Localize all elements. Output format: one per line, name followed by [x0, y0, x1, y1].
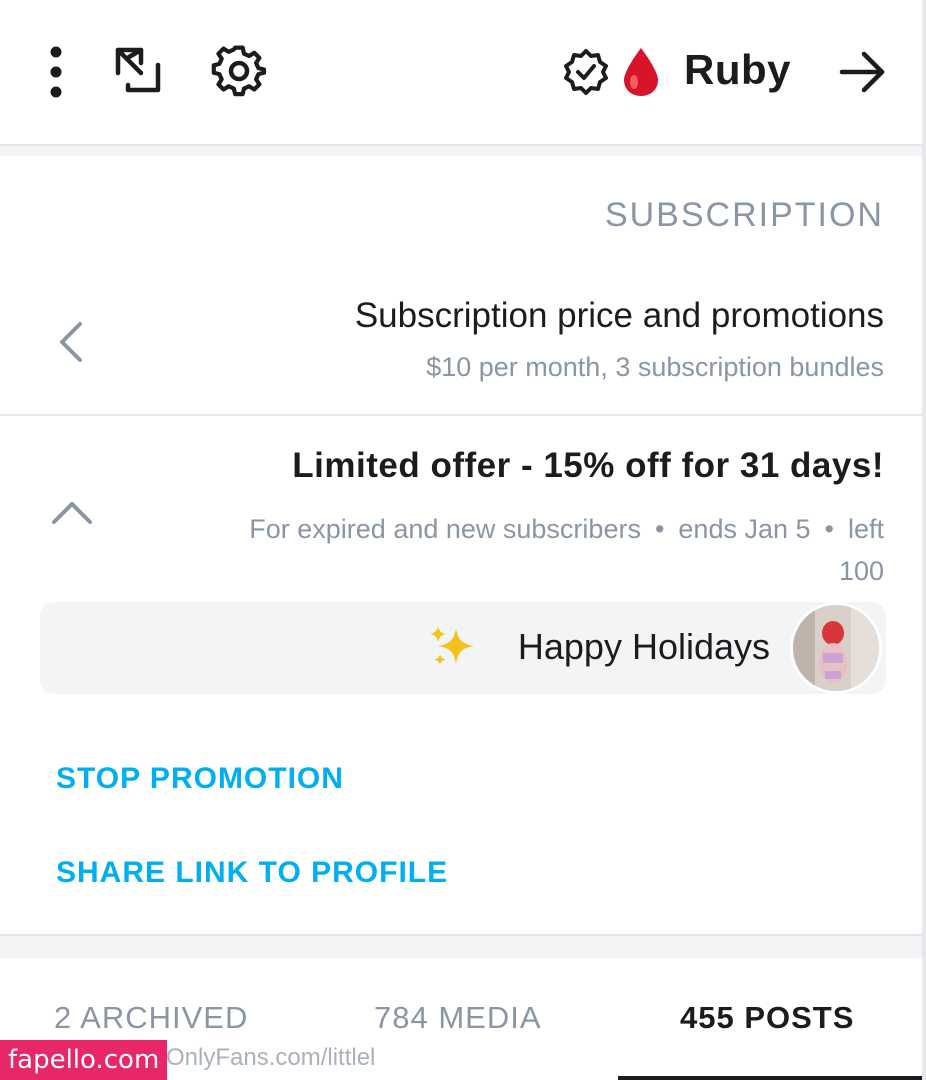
chevron-left-icon	[60, 322, 82, 362]
edge-line	[922, 0, 926, 1080]
subscription-card: SUBSCRIPTION Subscription price and prom…	[0, 156, 926, 936]
offer-meta: For expired and new subscribers • ends Jan…	[124, 508, 884, 592]
stop-promotion-button[interactable]: STOP PROMOTION	[56, 762, 344, 796]
promo-message: Happy Holidays	[517, 626, 770, 667]
price-row-subtitle: $10 per month, 3 subscription bundles	[426, 352, 884, 382]
avatar[interactable]	[790, 602, 882, 694]
more-vertical-icon	[50, 46, 62, 98]
profile-header: Ruby	[0, 0, 926, 146]
offer-ends: ends Jan 5	[678, 514, 811, 544]
offer-audience: For expired and new subscribers	[249, 514, 641, 544]
separator-dot: •	[824, 514, 834, 544]
settings-button[interactable]	[210, 42, 268, 100]
verified-badge-icon	[564, 49, 608, 95]
offer-title: Limited offer - 15% off for 31 days!	[292, 446, 884, 485]
offer-left-count: 100	[838, 556, 884, 586]
profile-name: Ruby	[684, 46, 791, 93]
arrow-right-icon	[839, 51, 885, 93]
share-icon	[115, 47, 161, 93]
promo-message-box: Happy Holidays	[40, 602, 886, 694]
share-link-button[interactable]: SHARE LINK TO PROFILE	[56, 856, 448, 890]
offer-left-label: left	[847, 514, 884, 544]
share-button[interactable]	[110, 42, 166, 98]
price-row[interactable]: Subscription price and promotions $10 pe…	[0, 266, 926, 414]
active-tab-indicator	[618, 1076, 926, 1080]
tab-media[interactable]: 784 MEDIA	[374, 1000, 542, 1036]
blood-drop-icon	[620, 46, 662, 103]
watermark-url: OnlyFans.com/littlel	[166, 1044, 376, 1071]
separator-dot: •	[654, 514, 665, 544]
bottom-band	[0, 936, 926, 958]
sparkles-icon	[428, 624, 476, 675]
price-row-title: Subscription price and promotions	[354, 296, 884, 335]
verified-badge	[560, 46, 612, 98]
tab-archived[interactable]: 2 ARCHIVED	[54, 1000, 248, 1036]
back-button[interactable]	[836, 48, 888, 96]
divider	[0, 414, 926, 416]
chevron-up-icon[interactable]	[50, 498, 94, 526]
watermark-site: fapello.com	[0, 1040, 168, 1080]
tab-posts[interactable]: 455 POSTS	[680, 1000, 854, 1036]
top-band	[0, 146, 926, 156]
gear-icon	[211, 45, 267, 97]
section-title: SUBSCRIPTION	[604, 196, 884, 234]
more-options-button[interactable]	[40, 44, 72, 100]
